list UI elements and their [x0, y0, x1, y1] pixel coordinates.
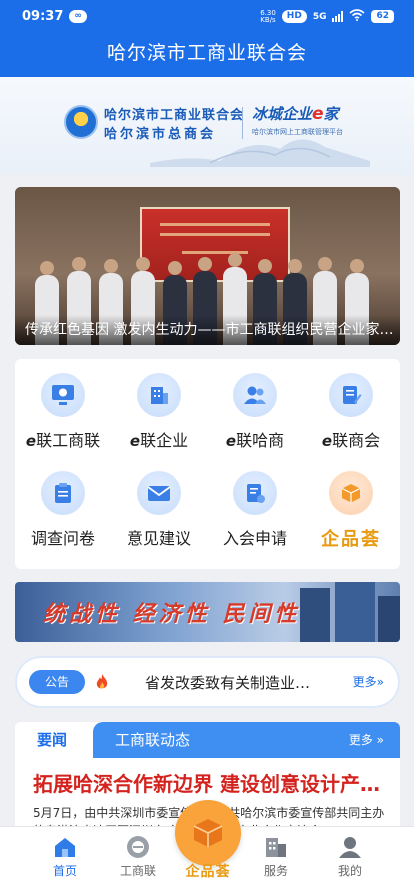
slogan-text: 统战性 经济性 民间性: [43, 602, 301, 627]
announcement-bar[interactable]: 公告 省发改委致有关制造业企业的一封信 更多»: [15, 656, 400, 708]
nav-profile[interactable]: 我的: [315, 827, 385, 883]
5g-badge: 5G: [312, 11, 327, 22]
menu-label-text: 联企业: [140, 431, 189, 450]
header-banner: 哈尔滨市工商业联合会 哈尔滨市总商会 冰城企业e家 哈尔滨市网上工商联管理平台: [0, 77, 414, 175]
menu-item-e-enterprise[interactable]: e联企业: [111, 365, 207, 455]
application-icon: [233, 471, 277, 515]
user-icon: [337, 835, 363, 859]
menu-label: e联工商联: [26, 427, 100, 451]
menu-label: 企品荟: [321, 529, 381, 550]
hd-badge: HD: [281, 10, 307, 23]
brand-text: 冰城企业: [252, 105, 313, 123]
building-icon: [137, 373, 181, 417]
status-bar: 09:37 ∞ 6.30 KB/s HD 5G 62: [0, 0, 414, 33]
menu-item-e-federation[interactable]: e联工商联: [15, 365, 111, 455]
brand-e: e: [312, 104, 324, 124]
menu-item-survey[interactable]: 调查问卷: [15, 463, 111, 553]
menu-item-e-chamber[interactable]: e联商会: [303, 365, 399, 455]
e-prefix: e: [321, 432, 333, 450]
menu-item-membership-application[interactable]: 入会申请: [207, 463, 303, 553]
fire-icon: [96, 674, 108, 689]
battery-indicator: 62: [371, 10, 394, 23]
org-name: 哈尔滨市工商业联合会: [104, 108, 245, 123]
menu-item-suggestions[interactable]: 意见建议: [111, 463, 207, 553]
menu-item-e-harbin-merchants[interactable]: e联哈商: [207, 365, 303, 455]
platform-subtitle: 哈尔滨市网上工商联管理平台: [252, 128, 343, 136]
menu-label: e联商会: [322, 427, 380, 451]
divider: [242, 107, 243, 139]
federation-logo-icon: [64, 105, 98, 139]
announcement-tag: 公告: [29, 670, 85, 694]
nav-label: 我的: [337, 864, 362, 878]
cube-icon: [193, 819, 223, 847]
federation-emblem-icon: [125, 835, 151, 859]
monitor-icon: [41, 373, 85, 417]
nav-home[interactable]: 首页: [30, 827, 100, 883]
menu-item-product-hub[interactable]: 企品荟: [303, 463, 399, 553]
nav-services[interactable]: 服务: [241, 827, 311, 883]
services-icon: [263, 835, 289, 859]
menu-label: 入会申请: [222, 529, 287, 548]
news-headline[interactable]: 拓展哈深合作新边界 建设创意设计产业园区: [33, 768, 383, 797]
nav-product-hub-button[interactable]: [175, 800, 241, 866]
nav-label: 工商联: [119, 864, 156, 878]
clipboard-icon: [41, 471, 85, 515]
status-app-pill-icon: ∞: [69, 10, 87, 23]
menu-label: 调查问卷: [30, 529, 95, 548]
org-subname: 哈尔滨市总商会: [104, 127, 217, 142]
wifi-icon: [349, 9, 365, 24]
menu-label: e联哈商: [226, 427, 284, 451]
e-prefix: e: [25, 432, 37, 450]
page-title: 哈尔滨市工商业联合会: [106, 42, 307, 64]
e-prefix: e: [225, 432, 237, 450]
menu-label: 意见建议: [126, 529, 191, 548]
menu-label: e联企业: [130, 427, 188, 451]
platform-brand: 冰城企业e家: [252, 103, 339, 124]
signal-icon: [332, 11, 344, 22]
slogan-banner[interactable]: 统战性 经济性 民间性: [15, 582, 400, 642]
tab-headlines[interactable]: 要闻: [15, 722, 93, 758]
brand-tail: 家: [323, 105, 339, 123]
nav-product-hub-label: 企品荟: [185, 864, 231, 880]
top-bar: 09:37 ∞ 6.30 KB/s HD 5G 62 哈尔滨市工商业联合会: [0, 0, 414, 77]
people-icon: [233, 373, 277, 417]
status-time: 09:37: [22, 9, 64, 24]
news-tabs: 要闻 工商联动态 更多 »: [15, 722, 400, 758]
e-prefix: e: [129, 432, 141, 450]
carousel-caption: 传承红色基因 激发内生动力——市工商联组织民营企业家主题教育暨能力提升研修班: [15, 315, 400, 345]
net-speed-icon: 6.30 KB/s: [260, 8, 276, 24]
nav-label: 服务: [263, 864, 288, 878]
tab-label: 工商联动态: [115, 731, 191, 749]
nav-federation[interactable]: 工商联: [103, 827, 173, 883]
nav-label: 首页: [52, 864, 77, 878]
edit-doc-icon: [329, 373, 373, 417]
menu-label-text: 联商会: [332, 431, 381, 450]
menu-label-text: 联哈商: [236, 431, 285, 450]
announcement-text[interactable]: 省发改委致有关制造业企业的一封信: [145, 672, 325, 693]
menu-label-text: 联工商联: [36, 431, 101, 450]
box-icon: [329, 471, 373, 515]
announcement-more-link[interactable]: 更多»: [353, 673, 384, 690]
envelope-icon: [137, 471, 181, 515]
news-more-link[interactable]: 更多 »: [349, 722, 384, 758]
news-carousel[interactable]: 传承红色基因 激发内生动力——市工商联组织民营企业家主题教育暨能力提升研修班: [15, 187, 400, 345]
feature-grid: e联工商联 e联企业 e联哈商 e联商会 调查问卷 意见建议 入会申请 企品荟: [15, 359, 400, 569]
home-icon: [52, 835, 78, 859]
